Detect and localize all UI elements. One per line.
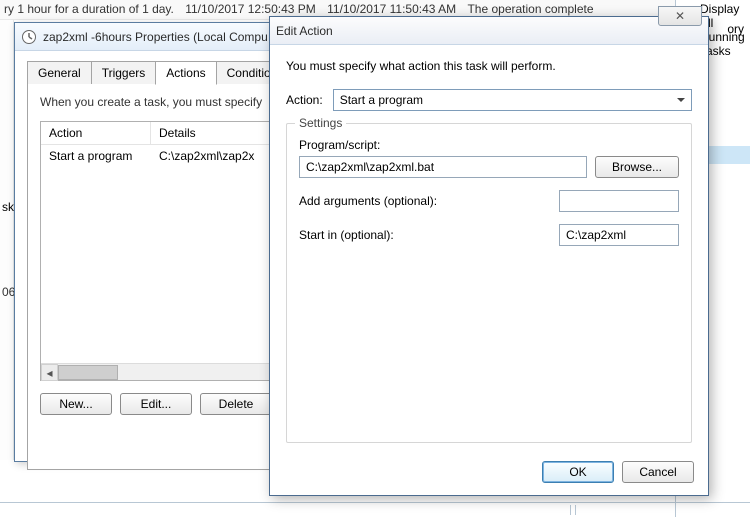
tab-triggers[interactable]: Triggers (91, 61, 157, 84)
bg-side-label: sk (2, 200, 14, 214)
delete-button[interactable]: Delete (200, 393, 272, 415)
program-field-row: Program/script: Browse... (299, 138, 679, 178)
action-label: Action: (286, 93, 323, 107)
tab-actions[interactable]: Actions (155, 61, 216, 85)
settings-legend: Settings (295, 116, 346, 130)
bg-time-1: 11/10/2017 12:50:43 PM (185, 2, 324, 16)
edit-action-dialog: ✕ Edit Action You must specify what acti… (269, 16, 709, 496)
arguments-label: Add arguments (optional): (299, 194, 437, 208)
scroll-left-arrow-icon[interactable]: ◂ (41, 364, 58, 381)
bg-trigger-text: ry 1 hour for a duration of 1 day. (4, 2, 182, 16)
startin-label: Start in (optional): (299, 228, 394, 242)
clock-icon (21, 29, 37, 45)
arguments-field-row: Add arguments (optional): (299, 190, 679, 212)
edit-button[interactable]: Edit... (120, 393, 192, 415)
ok-button[interactable]: OK (542, 461, 614, 483)
bg-time-2: 11/10/2017 11:50:43 AM (327, 2, 464, 16)
bg-divider (0, 502, 750, 503)
startin-input[interactable] (559, 224, 679, 246)
action-dropdown-value: Start a program (340, 93, 423, 107)
bg-cut-text: ory (727, 22, 744, 36)
edit-titlebar[interactable]: Edit Action (270, 17, 708, 45)
action-dropdown[interactable]: Start a program (333, 89, 692, 111)
tab-general[interactable]: General (27, 61, 92, 84)
close-icon: ✕ (675, 9, 685, 23)
program-label: Program/script: (299, 138, 679, 152)
edit-title: Edit Action (276, 24, 702, 38)
arguments-input[interactable] (559, 190, 679, 212)
browse-button[interactable]: Browse... (595, 156, 679, 178)
action-row: Action: Start a program (286, 89, 692, 111)
bg-selected-row-strip (708, 146, 750, 164)
startin-field-row: Start in (optional): (299, 224, 679, 246)
program-input[interactable] (299, 156, 587, 178)
settings-fieldset: Settings Program/script: Browse... Add a… (286, 123, 692, 443)
cancel-button[interactable]: Cancel (622, 461, 694, 483)
new-button[interactable]: New... (40, 393, 112, 415)
edit-description: You must specify what action this task w… (286, 59, 692, 73)
col-action[interactable]: Action (41, 122, 151, 144)
bg-side-panel: sk 06 (0, 20, 14, 460)
close-button[interactable]: ✕ (658, 6, 702, 26)
edit-body: You must specify what action this task w… (270, 45, 708, 457)
dialog-button-row: OK Cancel (542, 461, 694, 483)
scroll-thumb[interactable] (58, 365, 118, 380)
bg-splitter-handle[interactable] (570, 505, 576, 515)
bg-status: The operation complete (467, 2, 601, 16)
cell-action: Start a program (41, 145, 151, 167)
